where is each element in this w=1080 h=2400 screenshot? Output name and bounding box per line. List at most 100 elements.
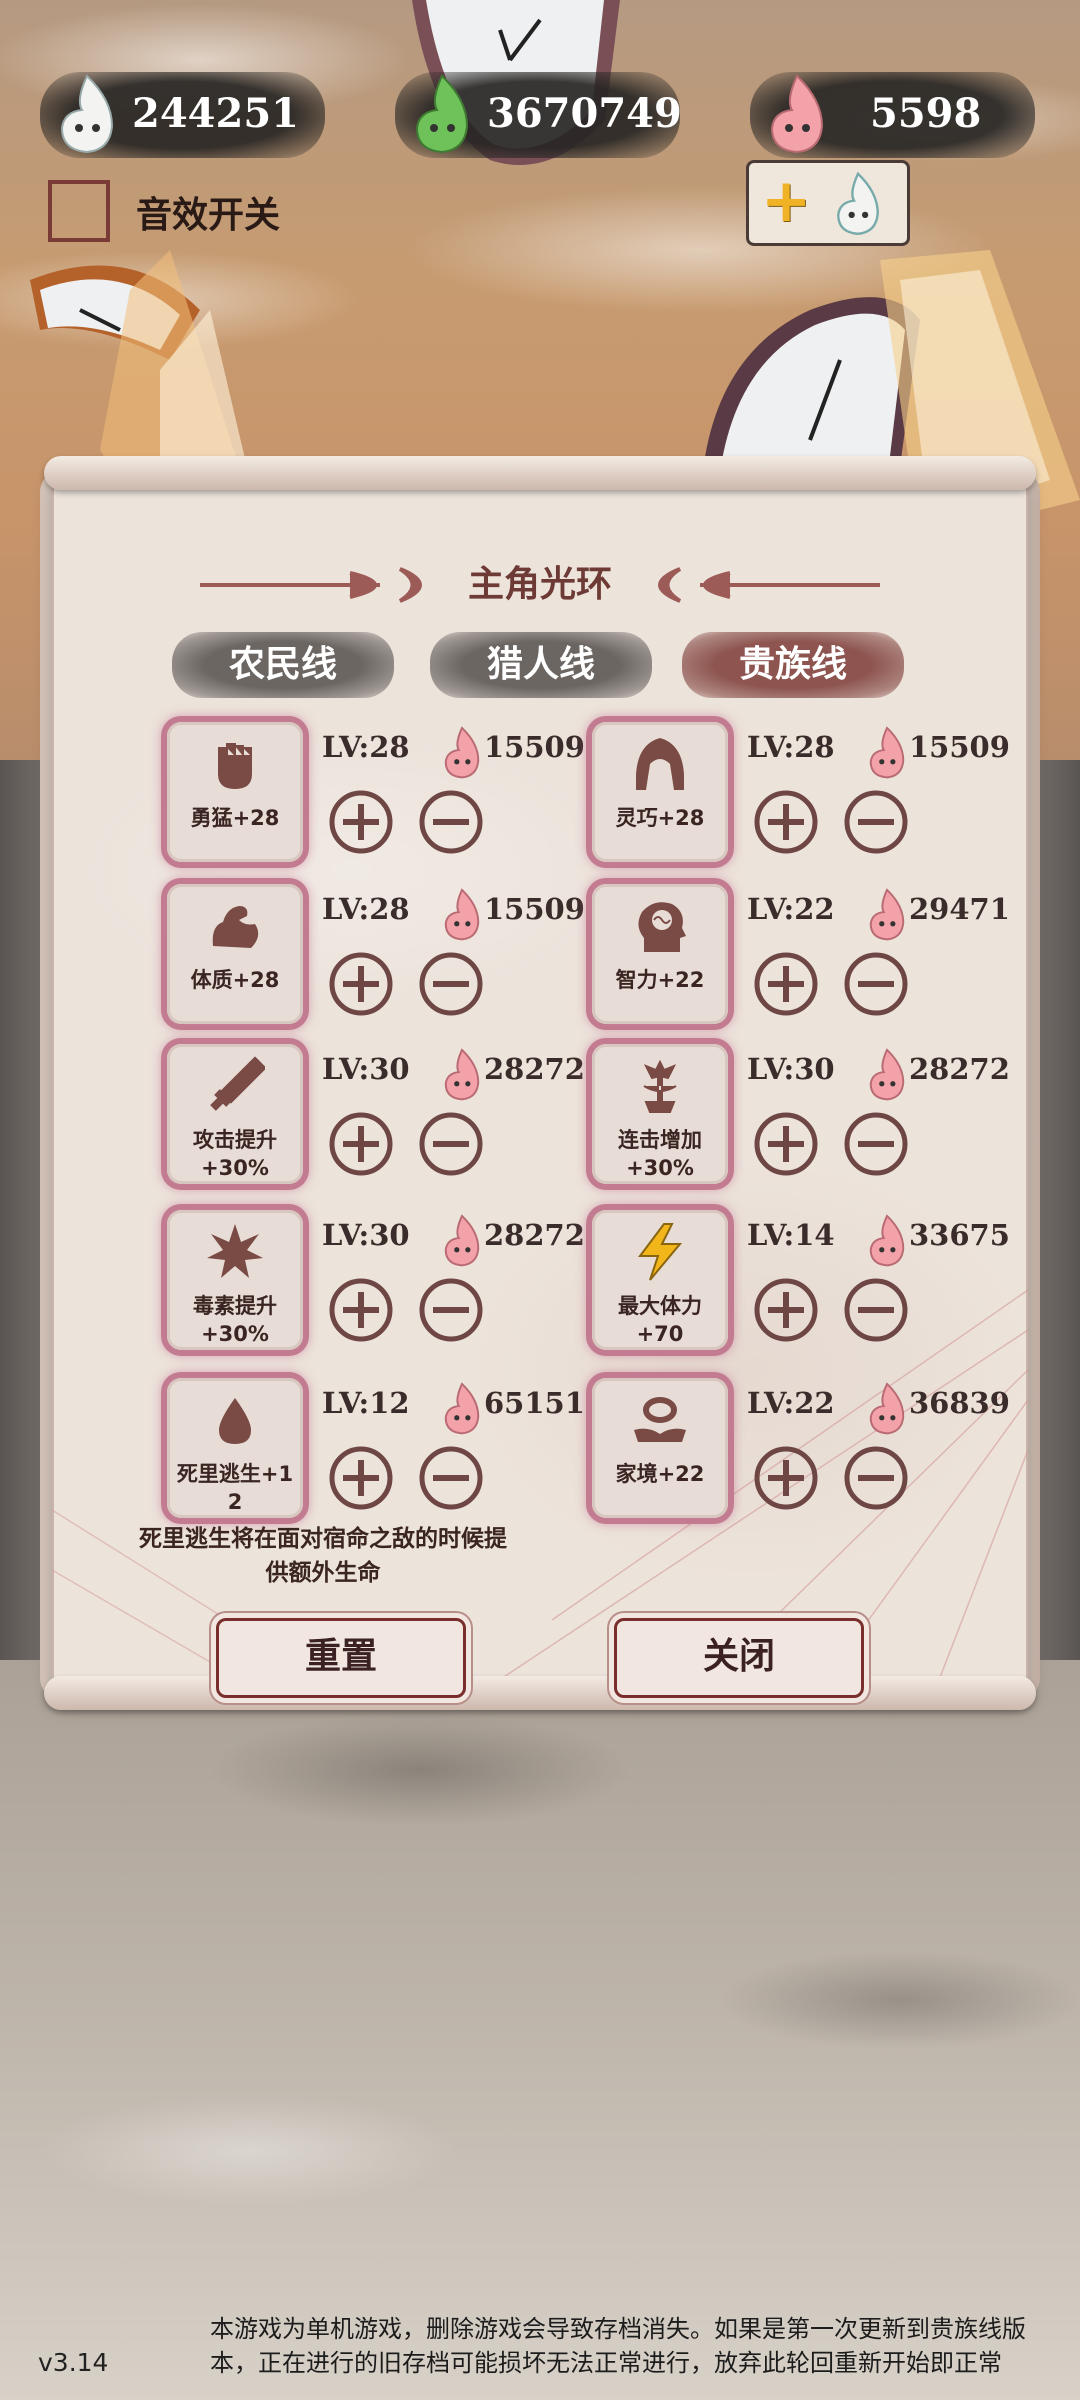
- decrease-level-button[interactable]: [842, 1110, 910, 1178]
- skill-row: 智力+22 LV:22 29471: [592, 884, 1012, 1044]
- pink-spirit-icon: [437, 886, 487, 946]
- pink-spirit-icon: [862, 1380, 912, 1440]
- increase-level-button[interactable]: [752, 1110, 820, 1178]
- white-spirit-icon: [60, 74, 114, 154]
- close-button[interactable]: 关闭: [614, 1618, 864, 1698]
- skill-row: 勇猛+28 LV:28 15509: [167, 722, 587, 882]
- increase-level-button[interactable]: [327, 1276, 395, 1344]
- decrease-level-button[interactable]: [417, 788, 485, 856]
- version-label: v3.14: [38, 2348, 109, 2377]
- skill-label: 家境+22: [615, 1462, 705, 1486]
- panel-title: 主角光环: [467, 564, 612, 605]
- tree-hand-icon: [643, 1059, 677, 1113]
- tab-noble-line[interactable]: 贵族线: [682, 632, 904, 698]
- pink-spirit-icon: [862, 1212, 912, 1272]
- save-notice: 本游戏为单机游戏，删除游戏会导致存档消失。如果是第一次更新到贵族线版 本，正在进…: [210, 2312, 1050, 2380]
- skill-row: 毒素提升 +30% LV:30 28272: [167, 1210, 587, 1370]
- skill-row: 家境+22 LV:22 36839: [592, 1378, 1012, 1538]
- skill-row: 体质+28 LV:28 15509: [167, 884, 587, 1044]
- fist-icon: [218, 743, 252, 790]
- skill-level: LV:28: [322, 892, 410, 926]
- currency-pink: 5598: [750, 72, 1035, 158]
- skill-card[interactable]: 体质+28: [167, 884, 303, 1024]
- skill-level: LV:22: [747, 892, 835, 926]
- skill-cost: 15509: [484, 730, 585, 764]
- green-spirit-icon: [415, 74, 469, 154]
- skill-label: 灵巧+28: [615, 806, 705, 830]
- currency-green-amount: 3670749: [487, 90, 682, 137]
- decrease-level-button[interactable]: [417, 950, 485, 1018]
- sound-toggle-label: 音效开关: [136, 195, 281, 236]
- skill-card[interactable]: 智力+22: [592, 884, 728, 1024]
- skill-card[interactable]: 连击增加 +30%: [592, 1044, 728, 1184]
- currency-pink-amount: 5598: [870, 90, 982, 137]
- pink-spirit-icon: [437, 1212, 487, 1272]
- add-currency-button[interactable]: +: [746, 160, 910, 246]
- increase-level-button[interactable]: [327, 1444, 395, 1512]
- skill-card[interactable]: 最大体力 +70: [592, 1210, 728, 1350]
- decrease-level-button[interactable]: [842, 950, 910, 1018]
- reset-button[interactable]: 重置: [216, 1618, 466, 1698]
- coin-hand-icon: [634, 1397, 686, 1442]
- skill-card[interactable]: 家境+22: [592, 1378, 728, 1518]
- decrease-level-button[interactable]: [842, 1276, 910, 1344]
- pink-spirit-icon: [770, 74, 824, 154]
- skill-level: LV:28: [747, 730, 835, 764]
- panel-title-bar: 主角光环: [0, 555, 1080, 615]
- skill-card[interactable]: 毒素提升 +30%: [167, 1210, 303, 1350]
- sword-icon: [210, 1056, 265, 1111]
- skill-card[interactable]: 死里逃生+1 2: [167, 1378, 303, 1518]
- decrease-level-button[interactable]: [842, 1444, 910, 1512]
- scroll-bottom-roll: [44, 1676, 1036, 1710]
- tab-peasant-line[interactable]: 农民线: [172, 632, 394, 698]
- sound-toggle-checkbox[interactable]: [48, 180, 110, 242]
- skill-label: 连击增加 +30%: [618, 1128, 702, 1180]
- skill-card[interactable]: 勇猛+28: [167, 722, 303, 862]
- class-line-tabs: 农民线 猎人线 贵族线: [0, 632, 1080, 702]
- currency-white: 244251: [40, 72, 325, 158]
- skill-cost: 29471: [909, 892, 1010, 926]
- skill-label: 死里逃生+1 2: [176, 1462, 294, 1514]
- skill-description: 死里逃生将在面对宿命之敌的时候提供额外生命: [139, 1526, 507, 1586]
- skill-cost: 36839: [909, 1386, 1010, 1420]
- skill-level: LV:28: [322, 730, 410, 764]
- skill-row: 最大体力 +70 LV:14 33675: [592, 1210, 1012, 1370]
- skill-card[interactable]: 攻击提升 +30%: [167, 1044, 303, 1184]
- skill-row: 攻击提升 +30% LV:30 28272: [167, 1044, 587, 1204]
- arm-muscle-icon: [212, 906, 259, 948]
- ornament-left-icon: [200, 567, 422, 603]
- skill-cost: 28272: [484, 1052, 585, 1086]
- increase-level-button[interactable]: [752, 1444, 820, 1512]
- increase-level-button[interactable]: [327, 1110, 395, 1178]
- decrease-level-button[interactable]: [417, 1444, 485, 1512]
- skill-label: 体质+28: [190, 968, 280, 992]
- skill-level: LV:22: [747, 1386, 835, 1420]
- pink-spirit-icon: [437, 1046, 487, 1106]
- increase-level-button[interactable]: [752, 788, 820, 856]
- increase-level-button[interactable]: [327, 788, 395, 856]
- scroll-top-roll: [44, 456, 1036, 490]
- skill-label: 攻击提升 +30%: [193, 1128, 277, 1180]
- plus-icon: +: [761, 166, 812, 236]
- skill-label: 毒素提升 +30%: [193, 1294, 277, 1346]
- skill-label: 最大体力 +70: [618, 1294, 702, 1346]
- burst-icon: [207, 1224, 263, 1278]
- skill-row: 灵巧+28 LV:28 15509: [592, 722, 1012, 882]
- skill-cost: 28272: [909, 1052, 1010, 1086]
- decrease-level-button[interactable]: [842, 788, 910, 856]
- skill-card[interactable]: 灵巧+28: [592, 722, 728, 862]
- increase-level-button[interactable]: [752, 1276, 820, 1344]
- drop-icon: [219, 1398, 251, 1444]
- increase-level-button[interactable]: [327, 950, 395, 1018]
- skill-cost: 28272: [484, 1218, 585, 1252]
- decrease-level-button[interactable]: [417, 1110, 485, 1178]
- skill-row: 连击增加 +30% LV:30 28272: [592, 1044, 1012, 1204]
- pink-spirit-icon: [862, 886, 912, 946]
- increase-level-button[interactable]: [752, 950, 820, 1018]
- decrease-level-button[interactable]: [417, 1276, 485, 1344]
- skill-cost: 65151: [484, 1386, 585, 1420]
- save-notice-line-1: 本游戏为单机游戏，删除游戏会导致存档消失。如果是第一次更新到贵族线版: [210, 2315, 1026, 2343]
- skill-label: 勇猛+28: [190, 806, 280, 830]
- tab-hunter-line[interactable]: 猎人线: [430, 632, 652, 698]
- skill-label: 智力+22: [615, 968, 705, 992]
